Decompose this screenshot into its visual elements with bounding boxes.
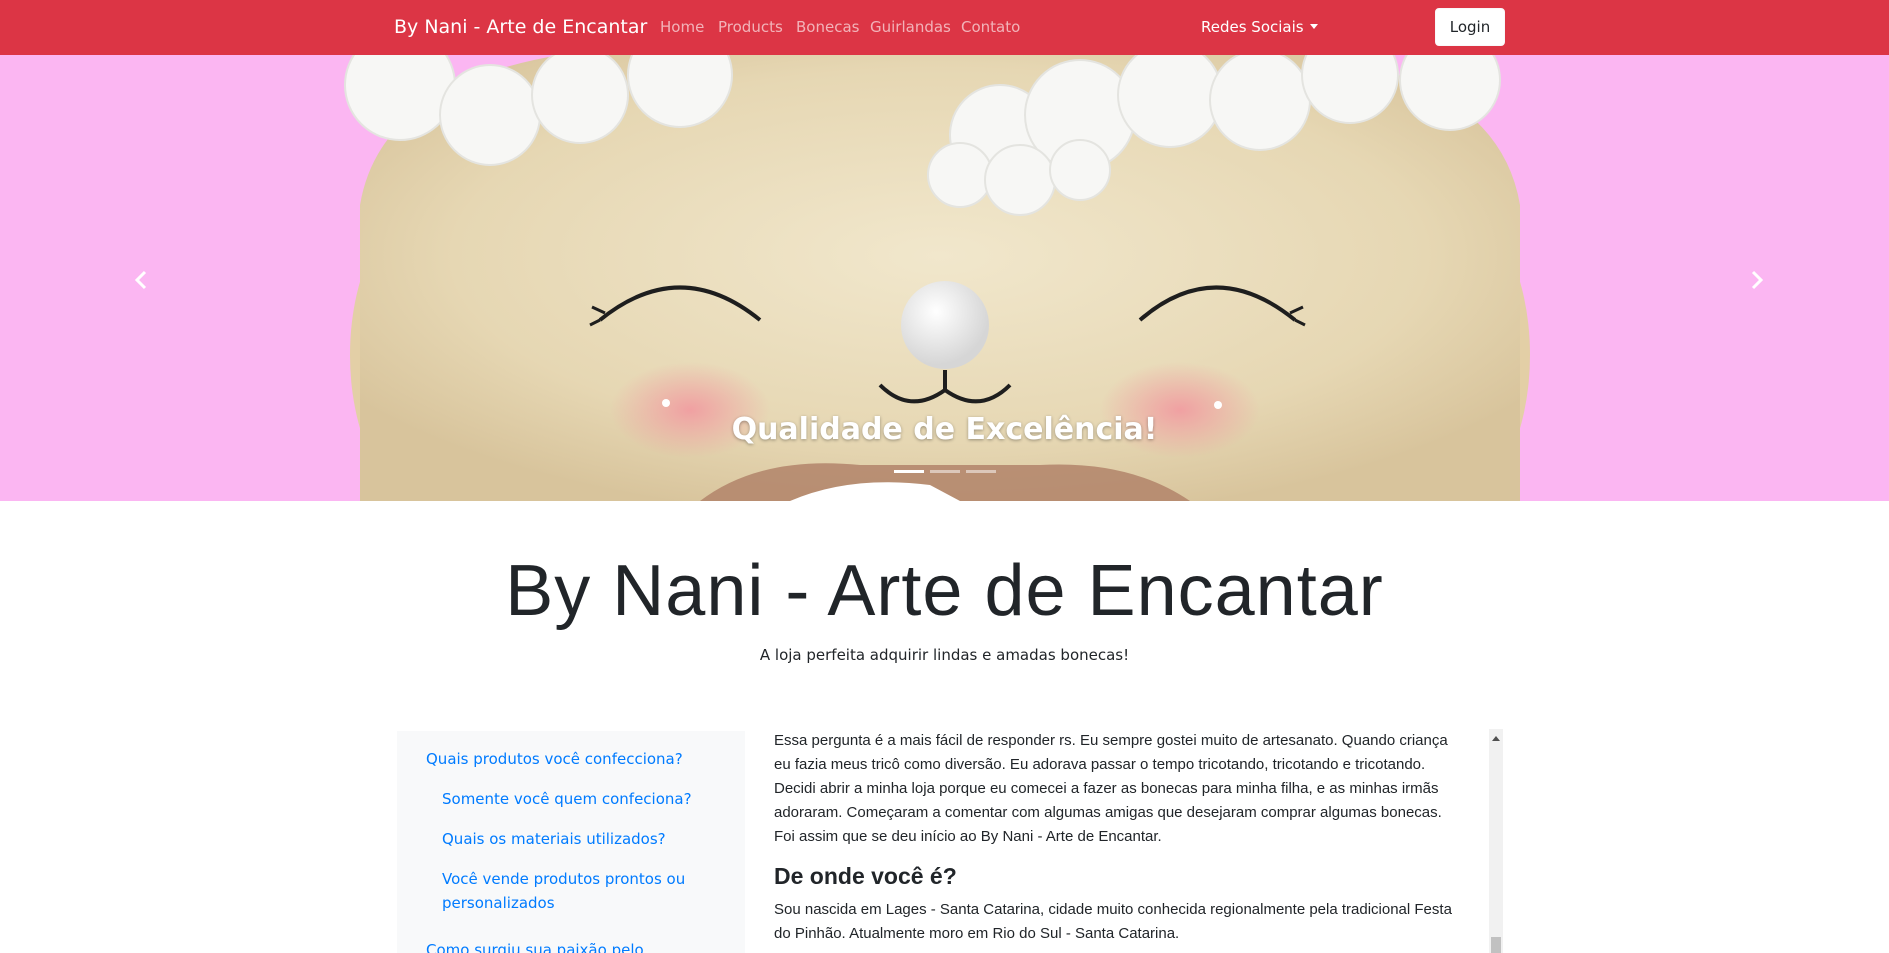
chevron-left-icon xyxy=(134,270,147,290)
chevron-right-icon xyxy=(1751,270,1764,290)
page-subtitle: A loja perfeita adquirir lindas e amadas… xyxy=(759,646,1130,664)
dropdown-label: Redes Sociais xyxy=(1201,18,1304,36)
faq-content-panel[interactable]: Essa pergunta é a mais fácil de responde… xyxy=(774,729,1488,953)
faq-sidebar-nav: Quais produtos você confecciona? Somente… xyxy=(397,731,745,953)
redes-sociais-dropdown[interactable]: Redes Sociais xyxy=(1201,18,1318,36)
section-heading-origem: De onde você é? xyxy=(774,863,957,889)
scrollbar-thumb[interactable] xyxy=(1491,937,1501,953)
carousel-indicator-3[interactable] xyxy=(965,470,996,473)
sidebar-item-prontos-personalizados-cont[interactable]: personalizados xyxy=(442,891,555,915)
content-scrollbar[interactable] xyxy=(1489,729,1503,953)
answer-line: Foi assim que se deu início ao By Nani -… xyxy=(774,828,1162,845)
sidebar-item-paixao[interactable]: Como surgiu sua paixão pelo xyxy=(426,938,644,953)
carousel-prev-button[interactable] xyxy=(126,260,156,300)
answer-line: Sou nascida em Lages - Santa Catarina, c… xyxy=(774,901,1452,918)
nav-link-home[interactable]: Home xyxy=(660,18,704,36)
scroll-up-arrow-icon[interactable] xyxy=(1492,736,1500,741)
nav-link-guirlandas[interactable]: Guirlandas xyxy=(870,18,951,36)
answer-line: do Pinhão. Atualmente moro em Rio do Sul… xyxy=(774,925,1180,942)
nav-link-products[interactable]: Products xyxy=(718,18,783,36)
brand-link[interactable]: By Nani - Arte de Encantar xyxy=(394,16,647,38)
hero-carousel: Qualidade de Excelência! xyxy=(0,55,1889,501)
sidebar-item-produtos[interactable]: Quais produtos você confecciona? xyxy=(426,747,683,771)
answer-line: eu fazia meus tricô como diversão. Eu ad… xyxy=(774,756,1426,773)
carousel-caption: Qualidade de Excelência! xyxy=(731,412,1158,447)
answer-paragraph: Essa pergunta é a mais fácil de responde… xyxy=(774,729,1486,849)
answer-line: Essa pergunta é a mais fácil de responde… xyxy=(774,732,1448,749)
carousel-indicator-2[interactable] xyxy=(929,470,960,473)
top-navbar: By Nani - Arte de Encantar Home Products… xyxy=(0,0,1889,55)
sidebar-item-quem-confeciona[interactable]: Somente você quem confeciona? xyxy=(442,787,692,811)
answer-line: Decidi abrir a minha loja porque eu come… xyxy=(774,780,1439,797)
sidebar-item-prontos-personalizados[interactable]: Você vende produtos prontos ou xyxy=(442,867,685,891)
sidebar-item-materiais[interactable]: Quais os materiais utilizados? xyxy=(442,827,666,851)
carousel-next-button[interactable] xyxy=(1742,260,1772,300)
carousel-indicator-1[interactable] xyxy=(893,470,924,473)
login-button[interactable]: Login xyxy=(1435,8,1505,46)
carousel-indicators xyxy=(0,470,1889,473)
answer-line: adoraram. Começaram a comentar com algum… xyxy=(774,804,1442,821)
page-title: By Nani - Arte de Encantar xyxy=(505,551,1384,631)
nav-link-bonecas[interactable]: Bonecas xyxy=(796,18,859,36)
answer-paragraph: Sou nascida em Lages - Santa Catarina, c… xyxy=(774,898,1486,946)
caret-down-icon xyxy=(1309,24,1318,29)
nav-link-contato[interactable]: Contato xyxy=(961,18,1020,36)
